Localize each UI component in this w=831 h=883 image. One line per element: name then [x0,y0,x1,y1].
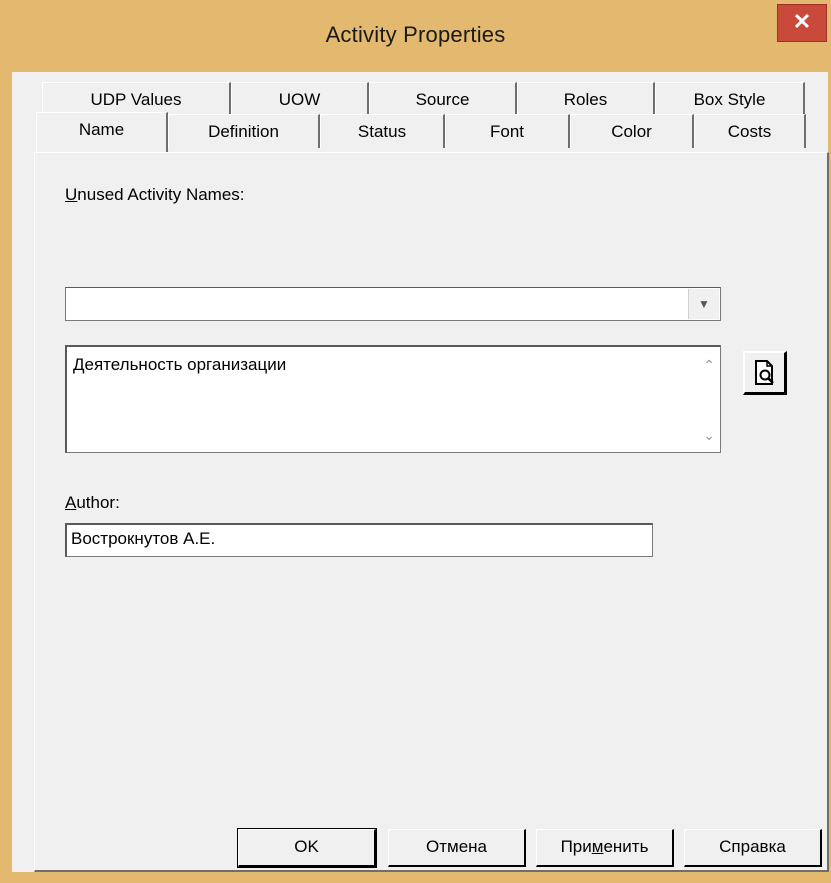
apply-button[interactable]: Применить [536,829,674,867]
help-button[interactable]: Справка [684,829,822,867]
activity-name-textarea[interactable]: Деятельность организации ⌃ ⌄ [65,345,721,453]
tab-costs[interactable]: Costs [694,114,806,148]
author-field[interactable]: Вострокнутов А.Е. [65,523,653,557]
tab-box-style[interactable]: Box Style [655,82,805,116]
chevron-down-icon[interactable]: ⌄ [703,427,715,444]
tab-source[interactable]: Source [369,82,517,116]
activity-name-text: Деятельность организации [73,355,287,374]
tab-status[interactable]: Status [320,114,445,148]
unused-activity-names-combobox[interactable]: ▼ [65,287,721,321]
ok-button[interactable]: OK [237,828,377,868]
close-icon: ✕ [792,9,812,34]
cancel-button[interactable]: Отмена [388,829,526,867]
title-bar[interactable]: Activity Properties ✕ [0,0,831,72]
dialog-client-area: UDP Values UOW Source Roles Box Style Na… [12,72,829,872]
tab-name[interactable]: Name [36,112,168,152]
author-label: Author: [65,493,120,512]
tab-uow[interactable]: UOW [231,82,369,116]
tab-definition[interactable]: Definition [168,114,320,148]
tab-color[interactable]: Color [570,114,694,148]
dropdown-arrow-icon[interactable]: ▼ [688,289,719,319]
browse-names-button[interactable] [743,351,787,395]
vertical-scrollbar[interactable]: ⌃ ⌄ [694,347,720,452]
tab-udp-values[interactable]: UDP Values [42,82,231,116]
window-title: Activity Properties [325,22,506,47]
document-magnifier-icon [755,360,774,385]
chevron-up-icon[interactable]: ⌃ [703,357,715,374]
tab-roles[interactable]: Roles [517,82,655,116]
close-button[interactable]: ✕ [777,4,827,42]
unused-activity-names-label: Unused Activity Names: [65,185,245,204]
tab-font[interactable]: Font [445,114,570,148]
dialog-window: Activity Properties ✕ UDP Values UOW Sou… [0,0,831,883]
name-tab-panel: Unused Activity Names: ▼ Деятельность ор… [34,152,829,872]
